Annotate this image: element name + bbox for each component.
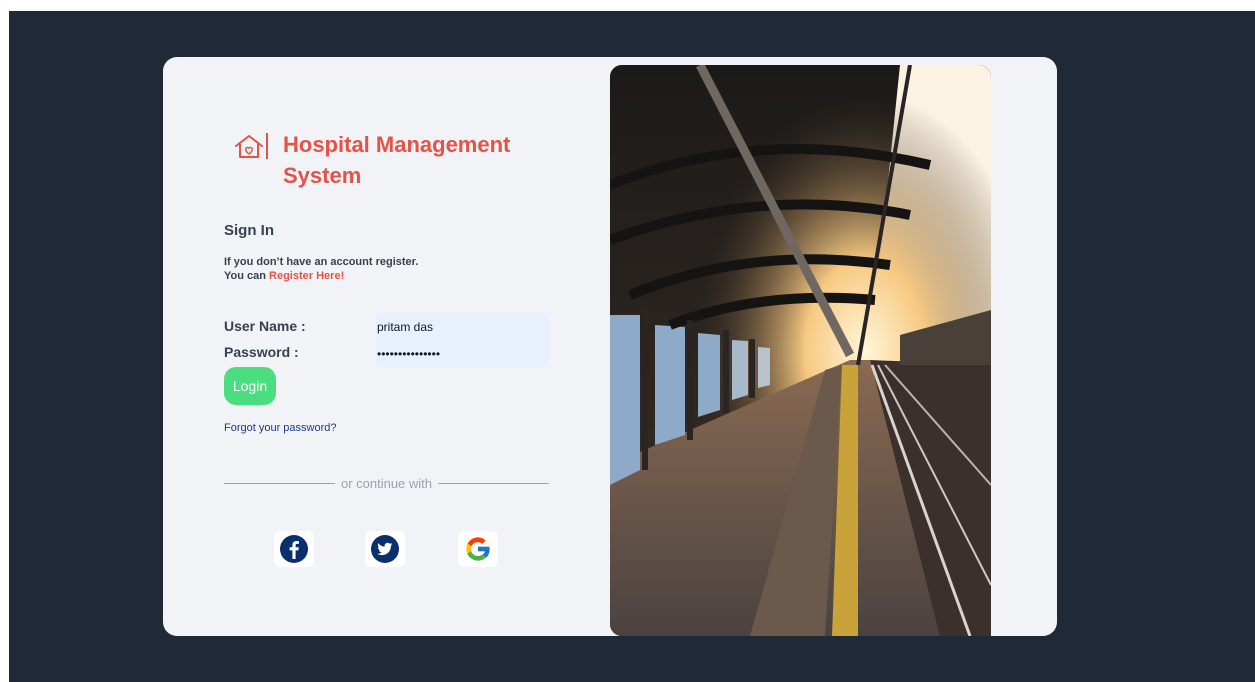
app-title: Hospital Management System (283, 129, 543, 191)
register-note-line-2: You can Register Here! (224, 269, 418, 283)
username-label: User Name : (224, 318, 306, 334)
password-input[interactable] (376, 340, 549, 367)
train-platform-illustration (610, 65, 991, 636)
login-card: Hospital Management System Sign In If yo… (163, 57, 1057, 636)
google-login-button[interactable] (458, 531, 498, 567)
sign-in-heading: Sign In (224, 222, 274, 239)
facebook-icon (280, 535, 308, 563)
twitter-login-button[interactable] (365, 531, 405, 567)
register-note-prefix: You can (224, 270, 270, 282)
login-button[interactable]: Login (224, 367, 276, 405)
credentials-inputs (376, 313, 549, 367)
register-note: If you don’t have an account register. Y… (224, 255, 418, 283)
register-link[interactable]: Register Here! (269, 270, 344, 282)
username-input[interactable] (376, 313, 549, 340)
register-note-line-1: If you don’t have an account register. (224, 256, 419, 268)
or-continue-divider: or continue with (224, 476, 549, 491)
divider-line-left (224, 483, 335, 484)
app-title-line-2: System (283, 163, 362, 188)
facebook-login-button[interactable] (274, 531, 314, 567)
divider-text: or continue with (340, 476, 433, 491)
page-background: Hospital Management System Sign In If yo… (9, 11, 1255, 682)
divider-line-right (438, 483, 549, 484)
house-heart-icon (235, 133, 268, 159)
password-label: Password : (224, 344, 299, 360)
app-title-line-1: Hospital Management (283, 132, 511, 157)
brand-header: Hospital Management System (233, 129, 543, 191)
login-panel: Hospital Management System Sign In If yo… (163, 57, 609, 636)
forgot-password-link[interactable]: Forgot your password? (224, 422, 337, 434)
hero-image (610, 65, 991, 636)
google-icon (466, 537, 491, 561)
twitter-icon (371, 535, 399, 563)
